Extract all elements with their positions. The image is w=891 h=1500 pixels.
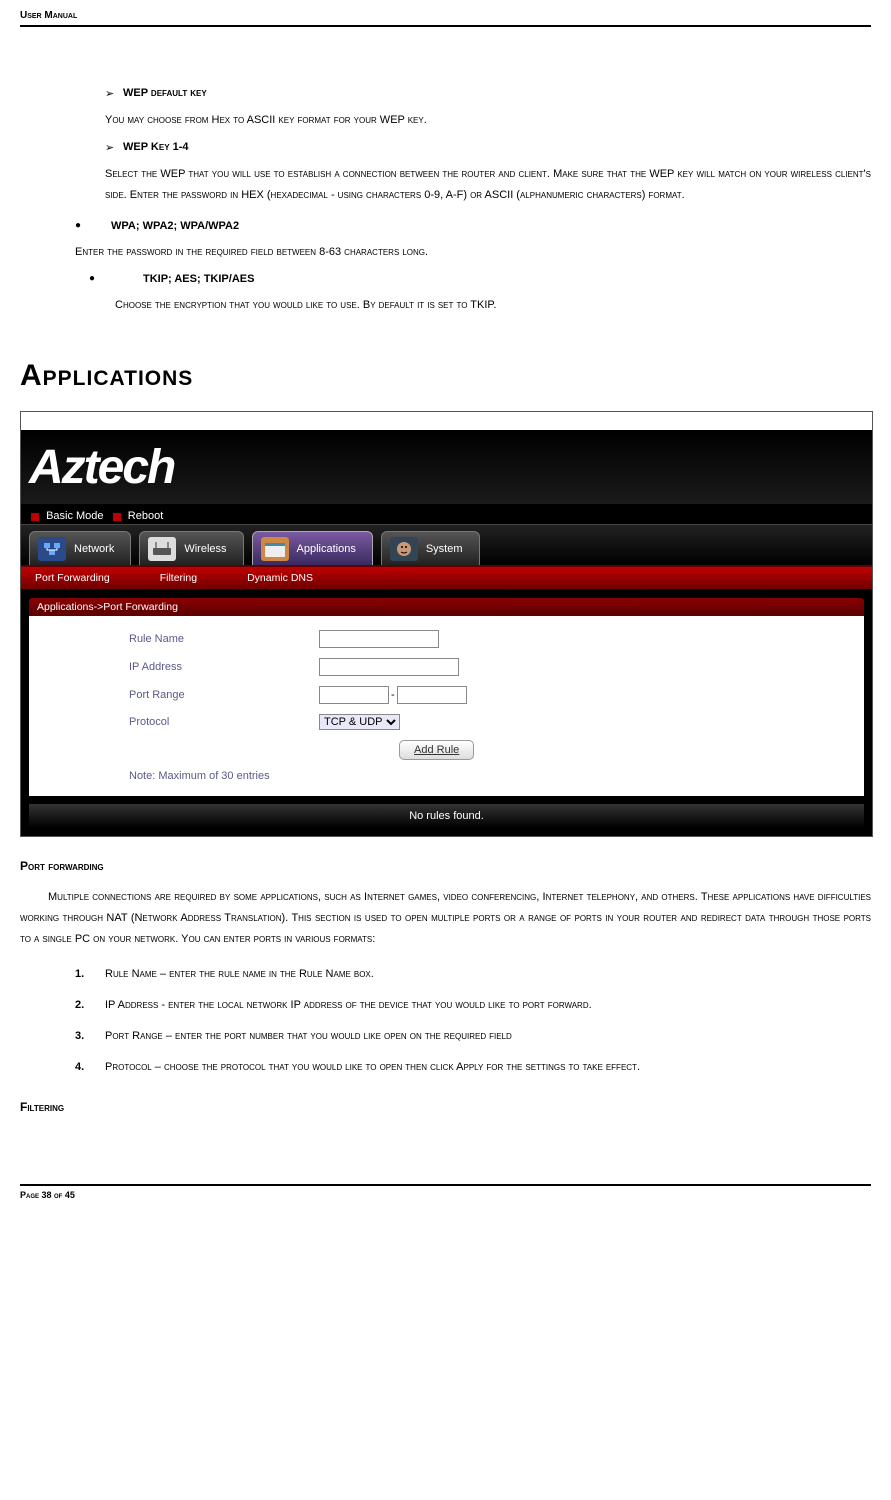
tab-system[interactable]: System — [381, 531, 480, 565]
select-protocol[interactable]: TCP & UDP — [319, 714, 400, 730]
tab-label: System — [426, 543, 463, 555]
list-item: 1.Rule Name – enter the rule name in the… — [75, 964, 871, 985]
wpa-title: WPA; WPA2; WPA/WPA2 — [111, 220, 239, 232]
wep-key14-desc: Select the WEP that you will use to esta… — [105, 164, 871, 206]
dash: - — [389, 689, 397, 701]
wpa-desc: Enter the password in the required field… — [75, 242, 871, 263]
label-rule-name: Rule Name — [129, 633, 319, 645]
link-reboot[interactable]: Reboot — [128, 510, 163, 522]
system-icon — [390, 537, 418, 561]
network-icon — [38, 537, 66, 561]
subtab-dynamic-dns[interactable]: Dynamic DNS — [247, 572, 313, 584]
tab-applications[interactable]: Applications — [252, 531, 373, 565]
tab-network[interactable]: Network — [29, 531, 131, 565]
list-item: ➢ WEP default key — [105, 87, 871, 100]
breadcrumb: Applications->Port Forwarding — [29, 597, 864, 616]
wep-key14-title: WEP Key 1-4 — [123, 141, 188, 154]
numbered-list: 1.Rule Name – enter the rule name in the… — [75, 964, 871, 1078]
list-item: 4.Protocol – choose the protocol that yo… — [75, 1057, 871, 1078]
square-icon — [31, 513, 39, 521]
main-tabs: Network Wireless Applications System — [21, 525, 872, 567]
square-icon — [113, 513, 121, 521]
no-rules-message: No rules found. — [29, 804, 864, 828]
tkip-desc: Choose the encryption that you would lik… — [115, 295, 871, 316]
applications-icon — [261, 537, 289, 561]
screenshot-router-ui: Aztech Basic Mode Reboot Network Wireles… — [20, 411, 873, 837]
subtab-port-forwarding[interactable]: Port Forwarding — [35, 572, 110, 584]
page-header: User Manual — [20, 10, 871, 27]
bullet-icon: ● — [89, 273, 143, 285]
label-ip: IP Address — [129, 661, 319, 673]
port-forwarding-intro: Multiple connections are required by som… — [20, 887, 871, 950]
label-protocol: Protocol — [129, 716, 319, 728]
note-max-entries: Note: Maximum of 30 entries — [129, 770, 824, 782]
list-item: ● TKIP; AES; TKIP/AES — [89, 273, 871, 285]
add-rule-button[interactable]: Add Rule — [399, 740, 474, 760]
page-footer: Page 38 of 45 — [20, 1184, 871, 1200]
tkip-title: TKIP; AES; TKIP/AES — [143, 273, 254, 285]
label-port-range: Port Range — [129, 689, 319, 701]
tab-label: Applications — [297, 543, 356, 555]
arrow-icon: ➢ — [105, 141, 123, 154]
input-port-to[interactable] — [397, 686, 467, 704]
input-rule-name[interactable] — [319, 630, 439, 648]
bullet-icon: ● — [75, 220, 111, 232]
wireless-icon — [148, 537, 176, 561]
logo-row: Aztech — [21, 430, 872, 504]
heading-port-forwarding: Port forwarding — [20, 859, 871, 873]
heading-filtering: Filtering — [20, 1100, 871, 1114]
sub-tabs: Port Forwarding Filtering Dynamic DNS — [21, 567, 872, 589]
logo: Aztech — [29, 440, 174, 495]
input-ip[interactable] — [319, 658, 459, 676]
form-panel: Rule Name IP Address Port Range - Protoc… — [29, 616, 864, 796]
tab-label: Wireless — [184, 543, 226, 555]
list-item: ➢ WEP Key 1-4 — [105, 141, 871, 154]
wep-default-key-desc: You may choose from Hex to ASCII key for… — [105, 110, 871, 131]
heading-applications: Applications — [20, 359, 871, 393]
subtab-filtering[interactable]: Filtering — [160, 572, 197, 584]
tab-label: Network — [74, 543, 114, 555]
tab-wireless[interactable]: Wireless — [139, 531, 243, 565]
link-basic-mode[interactable]: Basic Mode — [46, 510, 103, 522]
wep-default-key-title: WEP default key — [123, 87, 207, 100]
input-port-from[interactable] — [319, 686, 389, 704]
list-item: 3.Port Range – enter the port number tha… — [75, 1026, 871, 1047]
list-item: ● WPA; WPA2; WPA/WPA2 — [75, 220, 871, 232]
top-links: Basic Mode Reboot — [21, 504, 872, 525]
arrow-icon: ➢ — [105, 87, 123, 100]
list-item: 2.IP Address - enter the local network I… — [75, 995, 871, 1016]
